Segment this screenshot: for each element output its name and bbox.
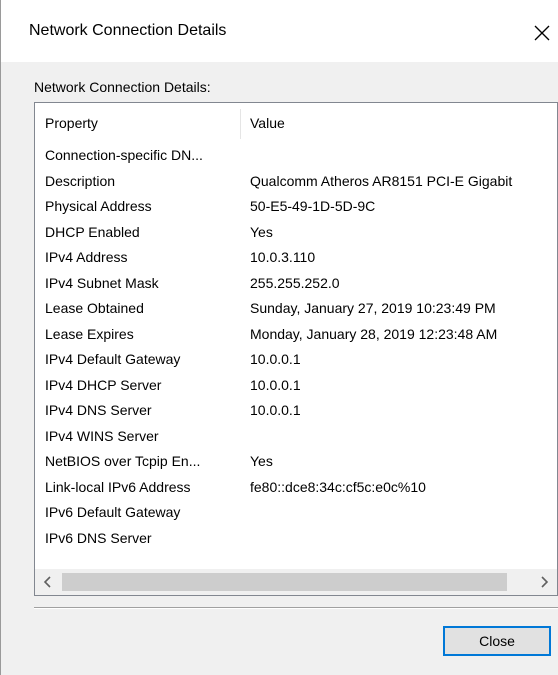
window-title: Network Connection Details [29, 22, 227, 39]
property-cell: Lease Obtained [45, 300, 144, 316]
property-cell: IPv6 Default Gateway [45, 504, 181, 520]
list-row[interactable]: IPv4 DHCP Server 10.0.0.1 [35, 373, 557, 399]
list-row[interactable]: IPv6 DNS Server [35, 526, 557, 552]
value-cell: Sunday, January 27, 2019 10:23:49 PM [250, 300, 496, 316]
list-rows: Connection-specific DN... Description Qua… [35, 143, 557, 551]
chevron-right-icon[interactable] [531, 569, 557, 595]
property-cell: NetBIOS over Tcpip En... [45, 453, 201, 469]
list-row[interactable]: Physical Address 50-E5-49-1D-5D-9C [35, 194, 557, 220]
footer-divider-highlight [34, 608, 558, 609]
list-row[interactable]: NetBIOS over Tcpip En... Yes [35, 449, 557, 475]
property-cell: IPv4 Subnet Mask [45, 274, 159, 291]
list-row[interactable]: IPv4 Subnet Mask 255.255.252.0 [35, 271, 557, 297]
property-cell: IPv4 DNS Server [45, 402, 152, 418]
details-list-view[interactable]: Property Value Connection-specific DN...… [34, 102, 558, 596]
value-cell: Yes [250, 223, 273, 240]
list-row[interactable]: Description Qualcomm Atheros AR8151 PCI-E… [35, 169, 557, 195]
list-row[interactable]: IPv4 WINS Server [35, 424, 557, 450]
chevron-left-icon[interactable] [35, 569, 61, 595]
value-cell: fe80::dce8:34c:cf5c:e0c%10 [250, 478, 426, 495]
value-cell: 50-E5-49-1D-5D-9C [250, 198, 376, 214]
value-cell: Monday, January 28, 2019 12:23:48 AM [250, 325, 498, 342]
horizontal-scrollbar[interactable] [35, 569, 557, 595]
details-group-label: Network Connection Details: [34, 79, 211, 95]
value-cell: 10.0.0.1 [250, 402, 301, 418]
property-cell: Connection-specific DN... [45, 147, 203, 163]
list-row[interactable]: Lease Expires Monday, January 28, 2019 12… [35, 322, 557, 348]
property-cell: IPv4 DHCP Server [45, 376, 162, 393]
list-row[interactable]: IPv4 Address 10.0.3.110 [35, 245, 557, 271]
list-row[interactable]: IPv6 Default Gateway [35, 500, 557, 526]
value-cell: Qualcomm Atheros AR8151 PCI-E Gigabit [250, 172, 513, 189]
value-cell: Yes [250, 453, 273, 469]
list-row[interactable]: DHCP Enabled Yes [35, 220, 557, 246]
property-cell: IPv4 WINS Server [45, 427, 159, 444]
property-cell: IPv6 DNS Server [45, 529, 152, 546]
value-cell: 10.0.0.1 [250, 376, 301, 393]
property-cell: Lease Expires [45, 325, 134, 342]
scrollbar-thumb[interactable] [62, 573, 507, 591]
property-cell: DHCP Enabled [45, 223, 140, 240]
network-connection-details-dialog: Network Connection Details Network Conne… [0, 0, 558, 675]
value-cell: 10.0.3.110 [250, 249, 316, 265]
property-cell: Physical Address [45, 198, 152, 214]
value-cell: 255.255.252.0 [250, 274, 340, 291]
title-bar: Network Connection Details [1, 0, 558, 62]
list-row[interactable]: IPv4 DNS Server 10.0.0.1 [35, 398, 557, 424]
property-cell: IPv4 Default Gateway [45, 351, 181, 367]
column-divider[interactable] [240, 109, 241, 139]
column-header-value[interactable]: Value [250, 115, 285, 131]
list-row[interactable]: Link-local IPv6 Address fe80::dce8:34c:cf… [35, 475, 557, 501]
value-cell: 10.0.0.1 [250, 351, 301, 367]
list-header: Property Value [35, 103, 557, 143]
property-cell: Description [45, 172, 116, 189]
close-icon[interactable] [525, 16, 558, 50]
column-header-property[interactable]: Property [45, 115, 98, 131]
property-cell: IPv4 Address [45, 249, 128, 265]
list-row[interactable]: Lease Obtained Sunday, January 27, 2019 1… [35, 296, 557, 322]
list-row[interactable]: IPv4 Default Gateway 10.0.0.1 [35, 347, 557, 373]
close-button[interactable]: Close [443, 626, 551, 656]
list-row[interactable]: Connection-specific DN... [35, 143, 557, 169]
property-cell: Link-local IPv6 Address [45, 478, 191, 495]
